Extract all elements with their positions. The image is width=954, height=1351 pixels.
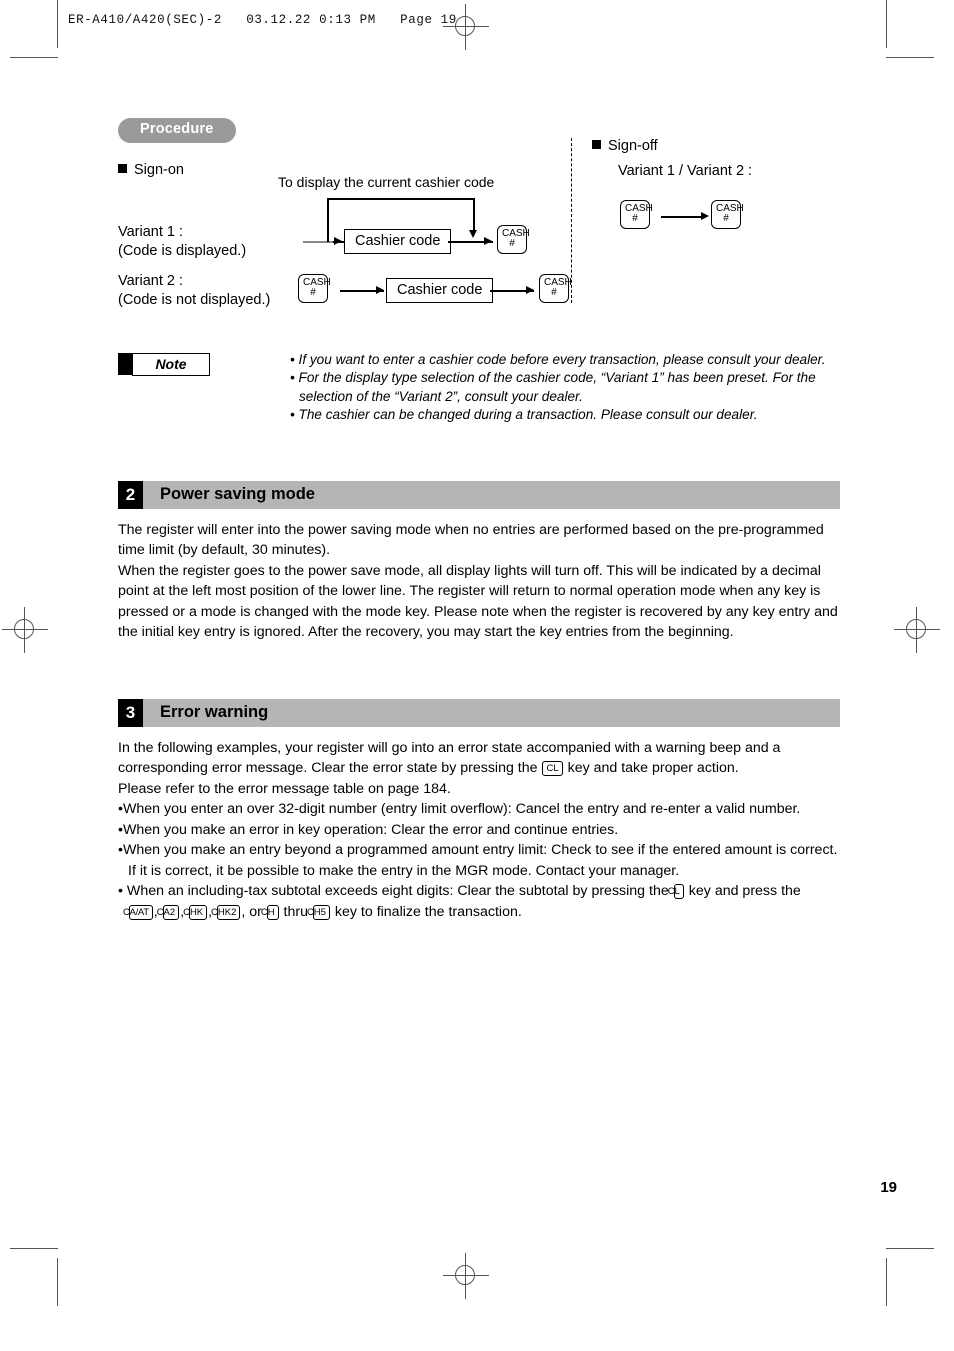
section3-intro-part2: key and take proper action.: [567, 760, 739, 777]
cash-key-signoff-1: CASH #: [620, 199, 653, 229]
sign-off-heading: Sign-off: [592, 138, 658, 154]
note-list: If you want to enter a cashier code befo…: [118, 351, 840, 425]
chk-key-icon: CHK: [183, 904, 208, 920]
cash-key-variant2-end: CASH #: [539, 273, 572, 303]
bullet4-part1: When an including-tax subtotal exceeds e…: [126, 883, 669, 900]
error-bullet-list: When you enter an over 32-digit number (…: [118, 799, 840, 922]
registration-mark-left-center: [2, 607, 48, 653]
crop-mark-top-right-vertical: [886, 0, 887, 48]
variant1-bypass-across: [327, 197, 474, 200]
variant1-bypass-down: [473, 197, 475, 231]
crop-mark-top-right-horizontal: [886, 57, 934, 58]
cash-key-bottom-label: #: [509, 238, 515, 250]
note-item: If you want to enter a cashier code befo…: [290, 351, 840, 370]
registration-mark-top-center: [443, 4, 489, 50]
ca2-key-icon: CA2: [157, 904, 180, 920]
procedure-badge-row: Procedure: [118, 118, 840, 143]
page-content: Procedure Sign-on Sign-off Variant 1 / V…: [118, 118, 840, 922]
cl-key-icon: CL: [542, 761, 563, 777]
square-bullet-icon: [592, 139, 601, 149]
cashier-code-box-variant1: Cashier code: [344, 228, 452, 254]
sign-off-variant-label: Variant 1 / Variant 2 :: [618, 162, 753, 179]
sign-on-label: Sign-on: [134, 161, 184, 178]
section3-intro-line3: Please refer to the error message table …: [118, 780, 451, 797]
procedure-badge: Procedure: [118, 118, 236, 143]
crop-mark-bottom-right-vertical: [886, 1258, 887, 1306]
section-title: Error warning: [143, 698, 840, 727]
procedure-diagram: Sign-off Variant 1 / Variant 2 : CASH # …: [118, 137, 840, 343]
variant1-bypass-arrow-head: [469, 229, 477, 238]
registration-mark-right-center: [894, 607, 940, 653]
section3-body: In the following examples, your register…: [118, 738, 840, 923]
note-block: Note If you want to enter a cashier code…: [118, 351, 840, 425]
cash-key-variant1: CASH #: [497, 224, 530, 254]
section-header-error-warning: 3 Error warning: [118, 698, 840, 727]
ch-key-icon: CH: [261, 904, 279, 920]
section2-body: The register will enter into the power s…: [118, 520, 840, 643]
note-tag-bar: [118, 352, 133, 375]
ch5-key-icon: CH5: [307, 904, 330, 920]
variant1-line2: (Code is displayed.): [118, 242, 247, 259]
cash-key-bottom-label: #: [632, 213, 638, 225]
variant2-arrow-head-1: [376, 285, 384, 294]
chk2-key-icon: CHK2: [211, 904, 241, 920]
bullet4-part3: key to finalize the transaction.: [334, 903, 522, 920]
variant2-arrow-head-2: [526, 285, 534, 294]
error-bullet-item: When you enter an over 32-digit number (…: [118, 799, 840, 820]
section-header-power-saving: 2 Power saving mode: [118, 480, 840, 509]
cashier-code-box-variant2: Cashier code: [386, 277, 494, 303]
signoff-arrow-head: [701, 211, 709, 220]
crop-mark-top-left-horizontal: [10, 57, 58, 58]
note-item: For the display type selection of the ca…: [290, 369, 840, 406]
section3-intro: In the following examples, your register…: [118, 738, 840, 779]
section-title: Power saving mode: [143, 480, 840, 509]
cash-key-variant2-start: CASH #: [298, 273, 331, 303]
cash-key-bottom-label: #: [310, 287, 316, 299]
note-item: The cashier can be changed during a tran…: [290, 406, 840, 425]
section2-paragraph-2: When the register goes to the power save…: [118, 562, 838, 641]
film-header-text: ER-A410/A420(SEC)-2 03.12.22 0:13 PM Pag…: [68, 13, 457, 27]
bullet4-or: , or: [241, 903, 262, 920]
bullet4-part2: key and press the: [688, 883, 801, 900]
crop-mark-bottom-left-vertical: [57, 1258, 58, 1306]
diagram-caption: To display the current cashier code: [278, 173, 495, 190]
variant1-label: Variant 1 : (Code is displayed.): [118, 223, 246, 261]
variant1-bypass-up: [327, 197, 329, 242]
registration-mark-bottom-center: [443, 1253, 489, 1299]
note-tag: Note: [132, 352, 210, 376]
square-bullet-icon: [118, 163, 127, 173]
page-number: 19: [880, 1179, 897, 1196]
variant2-line2: (Code is not displayed.): [118, 291, 271, 308]
cl-key-icon: CL: [668, 884, 684, 900]
crop-mark-bottom-left-horizontal: [10, 1248, 58, 1249]
signoff-arrow-line: [661, 215, 701, 218]
cash-key-signoff-2: CASH #: [711, 199, 744, 229]
error-bullet-item: When you make an error in key operation:…: [118, 820, 840, 841]
cash-key-bottom-label: #: [551, 287, 557, 299]
error-bullet-item: When an including-tax subtotal exceeds e…: [118, 881, 840, 922]
variant2-label: Variant 2 : (Code is not displayed.): [118, 272, 270, 310]
variant2-line1: Variant 2 :: [118, 272, 184, 289]
variant1-line1: Variant 1 :: [118, 223, 184, 240]
bullet4-thru: thru: [283, 903, 308, 920]
section2-paragraph-1: The register will enter into the power s…: [118, 521, 824, 559]
cash-key-bottom-label: #: [723, 213, 729, 225]
section-number: 3: [118, 698, 143, 727]
sign-off-label: Sign-off: [608, 137, 658, 154]
crop-mark-bottom-right-horizontal: [886, 1248, 934, 1249]
error-bullet-item: When you make an entry beyond a programm…: [118, 840, 840, 881]
variant1-arrow-head-2: [484, 236, 492, 245]
section-number: 2: [118, 480, 143, 509]
variant1-arrow-head-1: [334, 236, 342, 245]
crop-mark-top-left-vertical: [57, 0, 58, 48]
ca-at-key-icon: CA/AT: [123, 904, 153, 920]
